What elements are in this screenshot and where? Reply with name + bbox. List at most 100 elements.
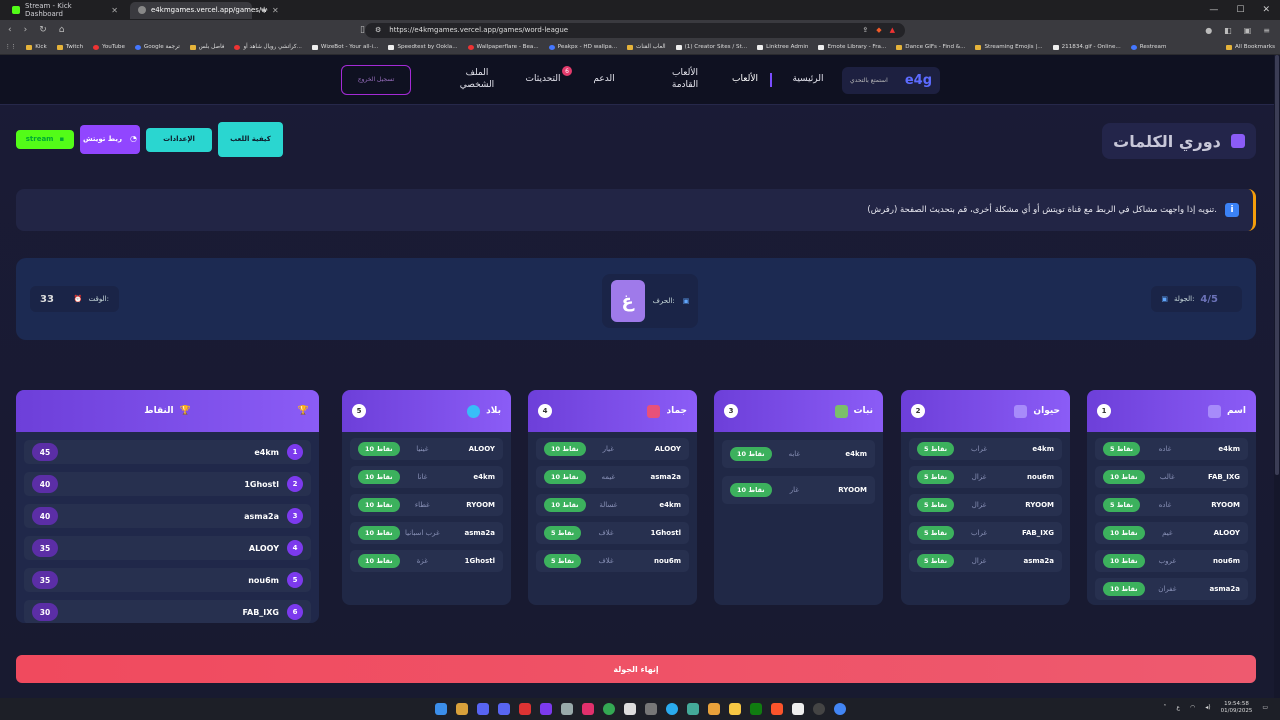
- site-navbar: استمتع بالتحدي e4g الرئيسية الألعاب الأل…: [0, 55, 1280, 105]
- bookmark-item[interactable]: Kick: [21, 44, 52, 50]
- browser-tab-kick[interactable]: Stream - Kick Dashboard ✕: [4, 2, 126, 19]
- alarm-icon: ⏰: [73, 295, 83, 303]
- timer-chip: 33 ⏰ الوقت:: [30, 286, 119, 312]
- score-row: 2 1Ghostl 40: [24, 472, 311, 496]
- bookmark-item[interactable]: Peakpx - HD wallpa...: [544, 44, 622, 50]
- bookmark-item[interactable]: Restream: [1126, 44, 1172, 50]
- url-text: https://e4kmgames.vercel.app/games/word-…: [389, 26, 569, 34]
- nav-home[interactable]: الرئيسية: [780, 55, 836, 105]
- url-bar[interactable]: ⚙ https://e4kmgames.vercel.app/games/wor…: [365, 22, 905, 38]
- discord-app-icon[interactable]: [476, 703, 489, 715]
- bookmark-item[interactable]: Linktree Admin: [752, 44, 813, 50]
- share-icon[interactable]: ⇪: [862, 26, 868, 34]
- app-icon[interactable]: [518, 703, 531, 715]
- site-logo[interactable]: استمتع بالتحدي e4g: [842, 67, 940, 94]
- kick-icon: ▪: [59, 134, 65, 143]
- answer-row: asma2a غزال 5 نقاط: [909, 550, 1062, 572]
- apps-icon[interactable]: ⋮⋮: [0, 44, 21, 50]
- bookmark-item[interactable]: 211834.gif - Online...: [1048, 44, 1126, 50]
- bookmarks-bar: ⋮⋮ Kick Twitch YouTube Google ترجمة فاصل…: [0, 40, 1280, 55]
- volume-icon[interactable]: ◂): [1205, 704, 1210, 711]
- app-icon[interactable]: [539, 703, 552, 715]
- calendar-app-icon[interactable]: [455, 703, 468, 715]
- chrome-app-icon[interactable]: [602, 703, 615, 715]
- chevron-up-icon[interactable]: ˄: [1163, 704, 1166, 711]
- app-icon[interactable]: [560, 703, 573, 715]
- close-window-icon[interactable]: ✕: [1262, 5, 1270, 15]
- nav-updates[interactable]: التحديثات: [516, 55, 570, 105]
- all-bookmarks[interactable]: All Bookmarks: [1221, 44, 1280, 50]
- bookmark-item[interactable]: العاب القنات: [622, 44, 670, 50]
- back-icon[interactable]: ‹: [8, 25, 12, 35]
- end-round-button[interactable]: إنهاء الجولة: [16, 655, 1256, 683]
- bookmark-item[interactable]: Twitch: [52, 44, 88, 50]
- bookmark-item[interactable]: كراتشي رويال شاهد أو...: [229, 44, 306, 50]
- bookmark-item[interactable]: Streaming Emojis |...: [970, 44, 1047, 50]
- chrome-app-icon[interactable]: [833, 703, 846, 715]
- answer-row: 1Ghostl غزة 10 نقاط: [350, 550, 503, 572]
- reload-icon[interactable]: ↻: [39, 25, 47, 35]
- maximize-icon[interactable]: ☐: [1236, 5, 1244, 15]
- bookmark-item[interactable]: Dance GIFs - Find &...: [891, 44, 970, 50]
- wifi-icon[interactable]: ◠: [1190, 704, 1195, 711]
- app-icon[interactable]: [707, 703, 720, 715]
- app-icon[interactable]: [644, 703, 657, 715]
- bookmark-item[interactable]: YouTube: [88, 44, 130, 50]
- page-scrollbar[interactable]: [1274, 55, 1280, 698]
- category-title: حيوان: [1033, 406, 1060, 416]
- bookmark-item[interactable]: Speedtest by Ookla...: [383, 44, 462, 50]
- nav-profile[interactable]: الملف الشخصي: [450, 55, 504, 105]
- stream-button[interactable]: stream ▪: [16, 130, 74, 149]
- obs-app-icon[interactable]: [812, 703, 825, 715]
- signout-button[interactable]: تسجيل الخروج: [341, 65, 411, 95]
- answer-row: RYOOM غار 10 نقاط: [722, 476, 875, 504]
- bookmark-item[interactable]: WizeBot - Your all-i...: [307, 44, 384, 50]
- extension-icon[interactable]: ▣: [1244, 26, 1252, 35]
- windows-start-icon[interactable]: [434, 703, 447, 715]
- nav-games[interactable]: الألعاب: [722, 55, 772, 105]
- bookmark-item[interactable]: فاصل بلس: [185, 44, 230, 50]
- site-info-icon[interactable]: ⚙: [375, 26, 381, 34]
- close-tab-icon[interactable]: ✕: [272, 6, 279, 15]
- browser-tab-e4km[interactable]: e4kmgames.vercel.app/games/w ✕: [130, 1, 279, 19]
- menu-icon[interactable]: ≡: [1263, 26, 1270, 35]
- extension-icon[interactable]: ●: [1205, 26, 1212, 35]
- bookmark-item[interactable]: Google ترجمة: [130, 44, 185, 50]
- notification-icon[interactable]: ▭: [1262, 704, 1268, 711]
- extension-icon[interactable]: ◧: [1224, 26, 1232, 35]
- language-indicator[interactable]: ع: [1176, 704, 1180, 711]
- bookmark-item[interactable]: Emote Library - Fra...: [813, 44, 891, 50]
- category-card-object: جماد 4 ALOOY غيار 10 نقاط asma2a غيمه 10 نقا…: [528, 390, 697, 605]
- nav-upcoming-games[interactable]: الألعاب القادمة: [660, 55, 710, 105]
- app-icon[interactable]: [686, 703, 699, 715]
- link-twitch-button[interactable]: ربط تويتش ◔: [80, 125, 140, 154]
- category-number: 1: [1097, 404, 1111, 418]
- category-title: جماد: [666, 406, 687, 416]
- brave-rewards-icon[interactable]: ▲: [890, 26, 895, 34]
- score-row: 5 nou6m 35: [24, 568, 311, 592]
- file-explorer-icon[interactable]: [728, 703, 741, 715]
- instagram-app-icon[interactable]: [581, 703, 594, 715]
- nav-support[interactable]: الدعم: [582, 55, 626, 105]
- brave-app-icon[interactable]: [770, 703, 783, 715]
- telegram-app-icon[interactable]: [665, 703, 678, 715]
- home-icon[interactable]: ⌂: [59, 25, 65, 35]
- brave-shield-icon[interactable]: ◆: [876, 26, 881, 34]
- letter-icon: ▣: [682, 297, 690, 305]
- letter-label: الحرف:: [652, 297, 675, 305]
- bookmark-item[interactable]: (1) Creator Sites / St...: [671, 44, 753, 50]
- app-icon[interactable]: [623, 703, 636, 715]
- how-to-play-button[interactable]: كيفية اللعب: [218, 122, 283, 157]
- letter-box: غ الحرف: ▣: [602, 274, 698, 328]
- close-tab-icon[interactable]: ✕: [111, 6, 118, 15]
- discord-app-icon[interactable]: [497, 703, 510, 715]
- app-icon[interactable]: [791, 703, 804, 715]
- clock[interactable]: 19:54:58 01/09/2025: [1221, 701, 1253, 714]
- bookmark-item[interactable]: Wallpaperflare - Bea...: [463, 44, 544, 50]
- forward-icon[interactable]: ›: [24, 25, 28, 35]
- new-tab-icon[interactable]: +: [260, 5, 268, 16]
- settings-button[interactable]: الإعدادات: [146, 128, 212, 152]
- xbox-app-icon[interactable]: [749, 703, 762, 715]
- logo-tagline: استمتع بالتحدي: [850, 76, 888, 84]
- minimize-icon[interactable]: —: [1209, 5, 1218, 15]
